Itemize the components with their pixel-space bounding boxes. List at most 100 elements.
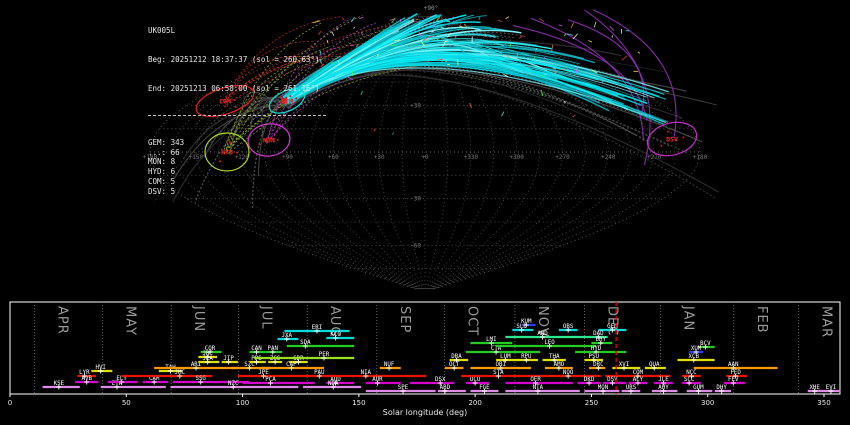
shower-count-line: COM: 5	[148, 176, 176, 186]
svg-text:0: 0	[8, 399, 12, 407]
svg-text:-60: -60	[410, 242, 421, 249]
shower-code-label: PER	[319, 352, 330, 358]
svg-text:150: 150	[352, 399, 365, 407]
shower-code-label: AVB	[82, 376, 93, 382]
shower-code-label: PCA	[265, 377, 276, 383]
shower-bar-xcb: XCB	[677, 354, 715, 363]
shower-code-label: JXA	[282, 333, 293, 339]
shower-code-label: JMC	[175, 370, 186, 376]
shower-code-label: SPE	[398, 385, 409, 391]
shower-code-label: NOO	[563, 370, 574, 376]
shower-code-label: QUA	[649, 362, 660, 368]
shower-bar-kcg: KCG	[326, 332, 355, 341]
svg-text:+60: +60	[328, 154, 339, 161]
shower-count-line: HYD: 6	[148, 167, 176, 176]
shower-count-line: DSV: 5	[148, 186, 176, 196]
shower-code-label: AMO	[554, 362, 565, 368]
shower-code-label: FED	[730, 370, 741, 376]
svg-text:200: 200	[468, 399, 481, 407]
shower-code-label: AUR	[372, 377, 383, 383]
x-axis: 0 50 100 150 200 250 300 350 Solar longitude (de…	[8, 394, 831, 417]
shower-code-label: OCT	[449, 362, 460, 368]
shower-bar-spe: SPE	[365, 385, 436, 394]
shower-code-label: NZC	[228, 381, 239, 387]
shower-bar-hvi: HVI	[91, 365, 113, 374]
shower-code-label: ALY	[633, 377, 644, 383]
month-label-sep: SEP	[397, 306, 412, 333]
shower-code-label: HVI	[95, 365, 105, 371]
shower-code-label: JLE	[658, 377, 669, 383]
month-label-feb: FEB	[754, 306, 769, 334]
shower-code-label: ABD	[440, 385, 451, 391]
shower-code-label: STA	[493, 370, 504, 376]
shower-bar-urs: URS	[621, 385, 641, 394]
shower-code-label: SLD	[516, 324, 527, 330]
month-label-jan: JAN	[680, 305, 695, 331]
shower-count-line: ...: 66	[148, 147, 180, 157]
shower-code-label: JIP	[223, 356, 234, 362]
svg-text:+240: +240	[601, 154, 616, 161]
shower-code-label: HYD	[591, 346, 602, 352]
shower-code-label: GUM	[693, 385, 704, 391]
obs-end: End: 20251213 06:58:00 (sol = 261.16°)	[148, 84, 320, 93]
shower-bar-can: CAN	[249, 346, 266, 355]
shower-code-label: FEV	[728, 377, 739, 383]
shower-bar-drc: DRC	[589, 362, 606, 371]
shower-bar-pca: PCA	[242, 377, 315, 386]
shower-bar-xhe: XHE	[807, 385, 824, 394]
month-label-apr: APR	[55, 306, 70, 335]
shower-code-label: JPE	[258, 370, 269, 376]
shower-code-label: KSE	[54, 381, 65, 387]
svg-text:+90°: +90°	[424, 5, 438, 12]
shower-code-label: AND	[537, 331, 548, 337]
shower-code-label: OER	[530, 377, 541, 383]
shower-code-label: MON	[598, 385, 609, 391]
shower-bar-gum: GUM	[686, 385, 713, 394]
shower-count-line: MON: 8	[148, 157, 176, 167]
shower-code-label: NTA	[533, 385, 544, 391]
month-label-oct: OCT	[464, 306, 479, 336]
svg-text:+180: +180	[693, 154, 708, 161]
shower-code-label: ERI	[312, 325, 322, 331]
svg-text:+270: +270	[555, 154, 570, 161]
shower-code-label: URS	[626, 385, 637, 391]
month-label-mar: MAR	[818, 306, 833, 338]
shower-code-label: BCV	[700, 341, 711, 347]
shower-code-label: SCC	[684, 377, 695, 383]
shower-bar-aur: AUR	[365, 377, 401, 386]
shower-bar-ehy: EHY	[591, 337, 613, 346]
sky-map: +180 +150 +120 +90 +60 +30 +0 +330 +300 +270 +240 +…	[143, 5, 719, 290]
shower-code-label: XCB	[689, 354, 700, 360]
shower-code-label: LMI	[486, 337, 496, 343]
shower-code-label: PSU	[589, 354, 600, 360]
shower-bar-rpu: RPU	[517, 354, 538, 363]
shower-bar-jip: JIP	[221, 356, 238, 365]
shower-code-label: DHY	[716, 385, 727, 391]
shower-code-label: RPU	[521, 354, 532, 360]
shower-code-label: NCC	[686, 370, 697, 376]
shower-bar-sda: SDA	[286, 340, 355, 349]
svg-text:350: 350	[817, 399, 830, 407]
shower-code-label: KCG	[330, 332, 341, 338]
shower-code-label: AAN	[728, 362, 739, 368]
shower-code-label: SDA	[300, 340, 311, 346]
shower-code-label: NUF	[384, 362, 395, 368]
shower-bar-avb: AVB	[75, 376, 99, 385]
legend-separator	[148, 115, 326, 117]
svg-text:+300: +300	[509, 154, 524, 161]
svg-text:+30: +30	[410, 102, 421, 109]
shower-bar-oct: OCT	[444, 362, 464, 371]
activity-timeline-chart: APR MAY JUN JUL AUG SEP OCT NOV DEC JAN FEB MAR0 50 1…	[8, 301, 841, 417]
shower-bar-cam: CAM	[142, 376, 169, 385]
shower-bar-hyd: HYD	[575, 346, 627, 355]
shower-bar-fge: FGE	[470, 385, 499, 394]
shower-bar-leo: LEO	[496, 340, 597, 349]
shower-code-label: DRC	[593, 362, 604, 368]
shower-code-label: THA	[549, 354, 560, 360]
meteor-observation-screen: { "station": { "name": "UK005L", "beg": …	[0, 0, 850, 425]
shower-code-label: OBS	[563, 324, 574, 330]
shower-code-label: JEA	[202, 356, 213, 362]
shower-bars: KSELYRAVBHVIETAELYCAMTAHARIJMCSSGCORJBCJ…	[42, 319, 841, 394]
shower-bar-dhy: DHY	[714, 385, 731, 394]
svg-text:100: 100	[236, 399, 249, 407]
